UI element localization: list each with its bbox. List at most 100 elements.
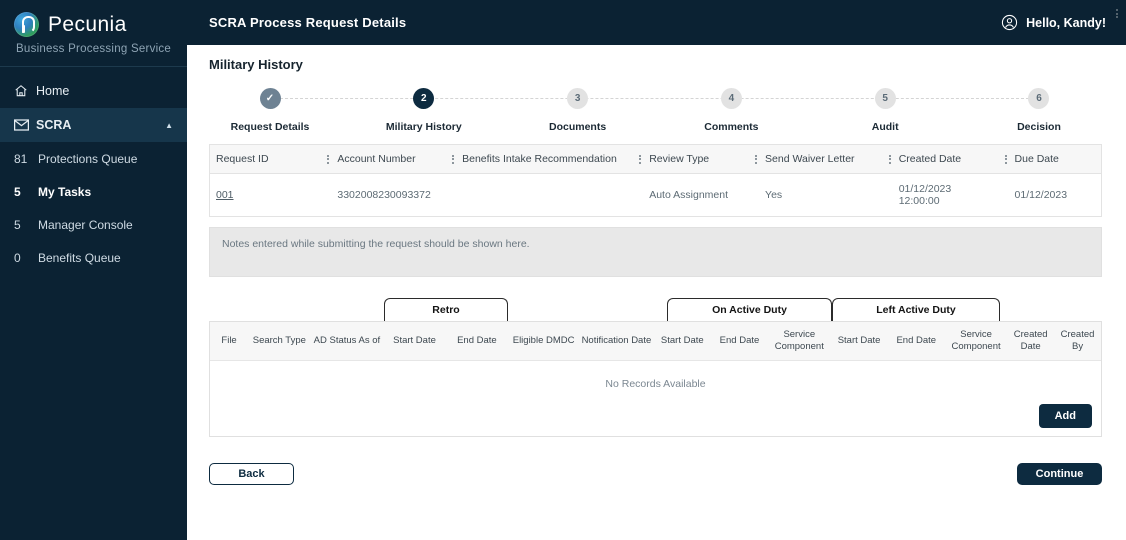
column-header-search-type[interactable]: Search Type: [248, 322, 311, 361]
continue-button[interactable]: Continue: [1017, 462, 1102, 485]
kebab-menu-icon[interactable]: [1110, 9, 1118, 18]
step-documents[interactable]: 3 Documents: [523, 88, 633, 133]
sidebar-item-scra-label: SCRA: [36, 118, 72, 132]
kebab-menu-icon[interactable]: [883, 154, 893, 164]
column-header-request-id[interactable]: Request ID: [210, 145, 322, 174]
step-request-details[interactable]: ✓ Request Details: [215, 88, 325, 133]
column-header-oad-service-component[interactable]: Service Component: [768, 322, 831, 361]
step-1-label: Request Details: [230, 121, 310, 133]
request-details-table: Request ID Account Number Benefits Intak…: [210, 9, 1118, 217]
cell-benefits-intake-recommendation: [446, 174, 633, 217]
sidebar-item-scra[interactable]: SCRA ▲: [0, 108, 187, 142]
sidebar-item-protections-queue[interactable]: 81 Protections Queue: [0, 142, 187, 175]
sidebar-item-my-tasks[interactable]: 5 My Tasks: [0, 175, 187, 208]
column-header-history-created-date[interactable]: Created Date: [1007, 322, 1055, 361]
column-header-created-date-label: Created Date: [898, 153, 962, 165]
kebab-menu-icon[interactable]: [321, 154, 331, 164]
cell-send-waiver-letter: Yes: [765, 189, 783, 201]
sidebar-item-manager-console[interactable]: 5 Manager Console: [0, 208, 187, 241]
column-header-lad-start-date[interactable]: Start Date: [830, 322, 888, 361]
cell-request-id: 001: [210, 174, 321, 217]
user-circle-icon: [1001, 14, 1018, 31]
user-greeting: Hello, Kandy!: [1026, 15, 1106, 30]
column-header-retro-end-date[interactable]: End Date: [445, 322, 509, 361]
sidebar-item-manager-console-label: Manager Console: [38, 217, 133, 232]
column-header-account-number[interactable]: Account Number: [321, 145, 447, 174]
app-root: Pecunia Business Processing Service Home: [0, 0, 1126, 540]
brand-tagline: Business Processing Service: [16, 43, 172, 55]
military-history-panel: File Search Type AD Status As of Start D…: [209, 321, 1102, 437]
sidebar-item-home[interactable]: Home: [0, 74, 187, 108]
cell-account-number: 3302008230093372: [337, 189, 431, 201]
step-comments[interactable]: 4 Comments: [676, 88, 786, 133]
benefits-queue-count: 0: [14, 250, 21, 265]
column-header-oad-end-date[interactable]: End Date: [710, 322, 769, 361]
duty-tabs: Retro On Active Duty Left Active Duty: [209, 297, 1102, 321]
column-header-oad-start-date[interactable]: Start Date: [653, 322, 711, 361]
step-decision[interactable]: 6 Decision: [984, 88, 1094, 133]
back-button[interactable]: Back: [209, 462, 294, 485]
column-header-ad-status-as-of[interactable]: AD Status As of: [310, 322, 384, 361]
envelope-icon: [14, 119, 36, 131]
kebab-menu-icon[interactable]: [999, 154, 1009, 164]
column-header-notification-date[interactable]: Notification Date: [579, 322, 654, 361]
manager-console-count: 5: [14, 217, 21, 232]
tab-retro[interactable]: Retro: [384, 298, 508, 321]
request-id-link[interactable]: 001: [216, 189, 234, 201]
form-footer: Back Continue: [209, 462, 1102, 485]
step-4-label: Comments: [704, 121, 759, 133]
step-audit[interactable]: 5 Audit: [830, 88, 940, 133]
stepper: ✓ Request Details 2 Military History 3 D…: [215, 88, 1094, 144]
column-header-send-waiver-letter-label: Send Waiver Letter: [765, 153, 855, 165]
sidebar-item-benefits-queue[interactable]: 0 Benefits Queue: [0, 241, 187, 274]
tab-on-active-duty[interactable]: On Active Duty: [667, 298, 832, 321]
history-header-row: File Search Type AD Status As of Start D…: [210, 322, 1101, 361]
step-2-label: Military History: [385, 121, 462, 133]
request-details-panel: Request ID Account Number Benefits Intak…: [209, 9, 1118, 217]
kebab-menu-icon[interactable]: [749, 154, 759, 164]
tab-left-active-duty[interactable]: Left Active Duty: [832, 298, 1000, 321]
column-header-retro-start-date[interactable]: Start Date: [383, 322, 446, 361]
user-menu[interactable]: Hello, Kandy!: [1001, 14, 1106, 31]
add-button[interactable]: Add: [1038, 403, 1092, 428]
sidebar: Pecunia Business Processing Service Home: [0, 0, 187, 540]
kebab-menu-icon[interactable]: [633, 154, 643, 164]
column-header-file[interactable]: File: [210, 322, 249, 361]
column-header-review-type-label: Review Type: [649, 153, 710, 165]
column-header-eligible-dmdc[interactable]: Eligible DMDC: [508, 322, 580, 361]
step-3-label: Documents: [549, 121, 607, 133]
column-header-due-date[interactable]: Due Date: [998, 9, 1118, 174]
column-header-history-created-by[interactable]: Created By: [1054, 322, 1101, 361]
chevron-up-icon[interactable]: ▲: [165, 121, 173, 130]
tab-left-active-duty-label: Left Active Duty: [876, 304, 956, 316]
stepper-steps: ✓ Request Details 2 Military History 3 D…: [215, 88, 1094, 133]
page-title: Military History: [209, 57, 303, 72]
step-5-circle: 5: [874, 88, 896, 109]
empty-state-message: No Records Available: [605, 377, 706, 390]
column-header-request-id-label: Request ID: [216, 153, 269, 165]
column-header-lad-service-component[interactable]: Service Component: [944, 322, 1008, 361]
tab-on-active-duty-label: On Active Duty: [712, 304, 787, 316]
step-1-circle: ✓: [259, 88, 281, 109]
notes-text: Notes entered while submitting the reque…: [222, 238, 530, 250]
step-6-circle: 6: [1028, 88, 1050, 109]
step-military-history[interactable]: 2 Military History: [369, 88, 479, 133]
sidebar-item-home-label: Home: [36, 84, 70, 98]
column-header-lad-end-date[interactable]: End Date: [887, 322, 945, 361]
globe-p-logo-icon: [14, 12, 39, 37]
column-header-review-type[interactable]: Review Type: [633, 145, 750, 174]
notes-panel: Notes entered while submitting the reque…: [209, 227, 1102, 277]
table-row[interactable]: 001 3302008230093372 Auto Assignment Yes…: [210, 174, 1101, 217]
column-header-account-number-label: Account Number: [337, 153, 416, 165]
kebab-menu-icon[interactable]: [446, 154, 456, 164]
column-header-created-date[interactable]: Created Date: [882, 145, 999, 174]
step-2-circle: 2: [413, 88, 435, 109]
military-history-table: File Search Type AD Status As of Start D…: [210, 322, 1101, 361]
protections-queue-count: 81: [14, 151, 28, 166]
my-tasks-count: 5: [14, 184, 21, 199]
column-header-benefits-intake-recommendation[interactable]: Benefits Intake Recommendation: [446, 145, 634, 174]
brand-name: Pecunia: [48, 13, 127, 36]
cell-due-date: 01/12/2023: [1014, 189, 1068, 201]
main-content: SCRA Process Request Details Hello, Kand…: [187, 0, 1126, 540]
column-header-send-waiver-letter[interactable]: Send Waiver Letter: [749, 145, 883, 174]
